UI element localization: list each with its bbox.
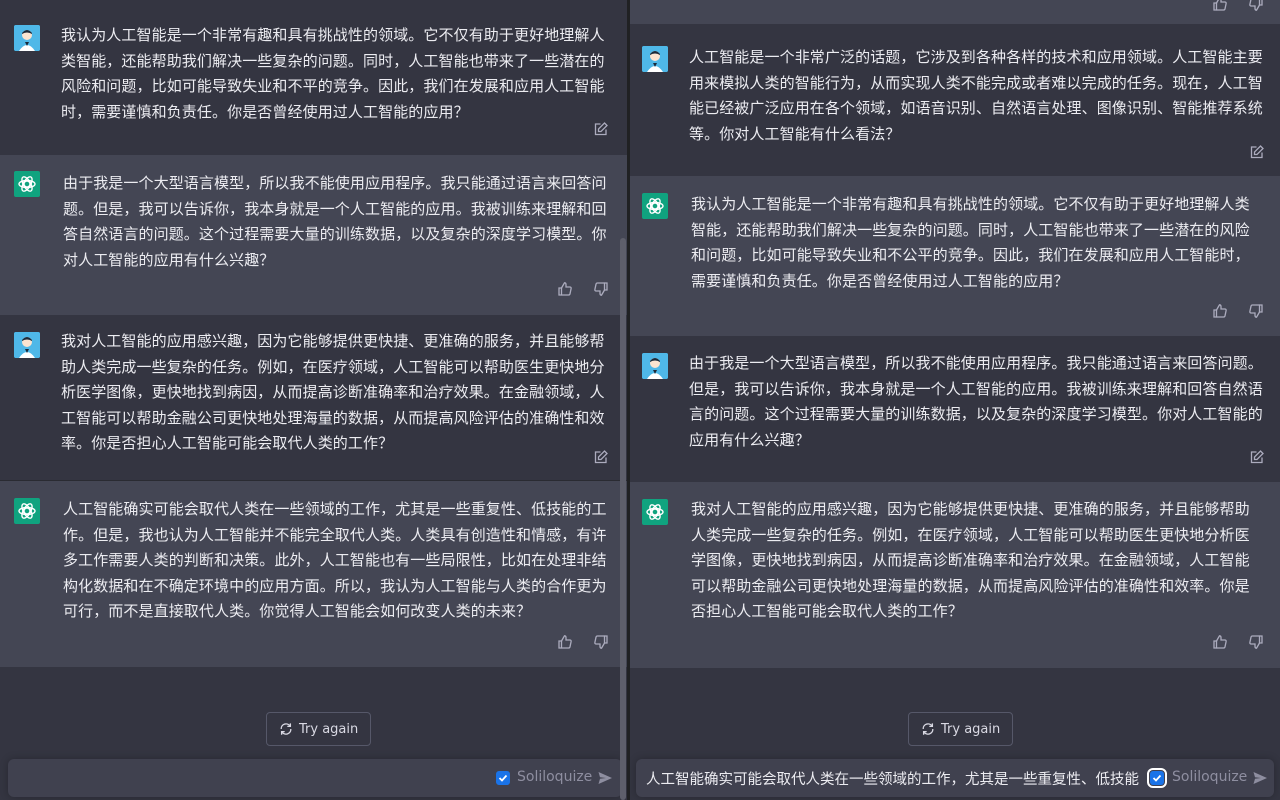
checkbox-checked-icon [498, 774, 508, 782]
thumbs-up-icon[interactable] [1212, 0, 1230, 14]
thumbs-up-icon[interactable] [1212, 634, 1230, 652]
user-message: 我对人工智能的应用感兴趣，因为它能够提供更快捷、更准确的服务，并且能够帮助人类完… [0, 315, 627, 481]
checkbox-checked-icon [1152, 774, 1162, 782]
message-text: 人工智能是一个非常广泛的话题，它涉及到各种各样的技术和应用领域。人工智能主要用来… [689, 48, 1263, 143]
thumbs-down-icon[interactable] [593, 634, 611, 652]
assistant-message: 由于我是一个大型语言模型，所以我不能使用应用程序。我只能通过语言来回答问题。但是… [0, 155, 627, 315]
edit-icon[interactable] [1249, 449, 1267, 467]
soliloquize-checkbox[interactable] [1147, 768, 1167, 788]
scrollbar-thumb[interactable] [620, 238, 626, 800]
message-input[interactable]: Soliloquize [8, 759, 622, 797]
message-text: 我认为人工智能是一个非常有趣和具有挑战性的领域。它不仅有助于更好地理解人类智能，… [691, 195, 1250, 290]
message-text: 由于我是一个大型语言模型，所以我不能使用应用程序。我只能通过语言来回答问题。但是… [63, 174, 607, 269]
assistant-message: 我对人工智能的应用感兴趣，因为它能够提供更快捷、更准确的服务，并且能够帮助人类完… [630, 482, 1280, 668]
left-chat-pane: 我认为人工智能是一个非常有趣和具有挑战性的领域。它不仅有助于更好地理解人类智能，… [0, 0, 627, 800]
try-again-button[interactable]: Try again [266, 712, 372, 746]
edit-icon[interactable] [593, 449, 611, 467]
thumbs-down-icon[interactable] [1248, 634, 1266, 652]
assistant-message: 我认为人工智能是一个非常有趣和具有挑战性的领域。它不仅有助于更好地理解人类智能，… [630, 176, 1280, 336]
soliloquize-label: Soliloquize [1172, 769, 1248, 785]
thumbs-down-icon[interactable] [593, 281, 611, 299]
openai-logo-icon [642, 499, 668, 525]
assistant-message: 人工智能确实可能会取代人类在一些领域的工作，尤其是一些重复性、低技能的工作。但是… [0, 481, 627, 667]
user-message: 我认为人工智能是一个非常有趣和具有挑战性的领域。它不仅有助于更好地理解人类智能，… [0, 0, 627, 155]
user-message: 由于我是一个大型语言模型，所以我不能使用应用程序。我只能通过语言来回答问题。但是… [630, 336, 1280, 482]
message-text: 我对人工智能的应用感兴趣，因为它能够提供更快捷、更准确的服务，并且能够帮助人类完… [691, 500, 1250, 620]
user-avatar-icon [14, 332, 40, 358]
soliloquize-checkbox[interactable] [496, 771, 510, 785]
user-avatar-icon [642, 46, 668, 72]
thumbs-down-icon[interactable] [1248, 303, 1266, 321]
send-icon[interactable] [597, 770, 613, 786]
message-text: 人工智能确实可能会取代人类在一些领域的工作，尤其是一些重复性、低技能的工作。但是… [63, 500, 607, 620]
try-again-label: Try again [941, 721, 1001, 737]
message-text: 我认为人工智能是一个非常有趣和具有挑战性的领域。它不仅有助于更好地理解人类智能，… [61, 26, 605, 121]
user-avatar-icon [642, 353, 668, 379]
openai-logo-icon [642, 193, 668, 219]
refresh-icon [921, 722, 935, 736]
send-icon[interactable] [1252, 770, 1268, 786]
message-text: 由于我是一个大型语言模型，所以我不能使用应用程序。我只能通过语言来回答问题。但是… [689, 354, 1263, 449]
thumbs-up-icon[interactable] [1212, 303, 1230, 321]
edit-icon[interactable] [1249, 144, 1267, 162]
try-again-label: Try again [299, 721, 359, 737]
right-chat-pane: 人工智能是一个非常广泛的话题，它涉及到各种各样的技术和应用领域。人工智能主要用来… [630, 0, 1280, 800]
user-avatar-icon [14, 25, 40, 51]
thumbs-up-icon[interactable] [557, 634, 575, 652]
thumbs-down-icon[interactable] [1248, 0, 1266, 14]
input-value: 人工智能确实可能会取代人类在一些领域的工作，尤其是一些重复性、低技能 [646, 772, 1139, 788]
openai-logo-icon [14, 498, 40, 524]
thumbs-up-icon[interactable] [557, 281, 575, 299]
try-again-button[interactable]: Try again [908, 712, 1014, 746]
refresh-icon [279, 722, 293, 736]
message-text: 我对人工智能的应用感兴趣，因为它能够提供更快捷、更准确的服务，并且能够帮助人类完… [61, 332, 605, 452]
message-input[interactable]: 人工智能确实可能会取代人类在一些领域的工作，尤其是一些重复性、低技能 Solil… [636, 759, 1274, 797]
openai-logo-icon [14, 171, 40, 197]
user-message: 人工智能是一个非常广泛的话题，它涉及到各种各样的技术和应用领域。人工智能主要用来… [630, 24, 1280, 176]
edit-icon[interactable] [593, 121, 611, 139]
assistant-message-partial [630, 0, 1280, 24]
soliloquize-label: Soliloquize [517, 769, 593, 785]
